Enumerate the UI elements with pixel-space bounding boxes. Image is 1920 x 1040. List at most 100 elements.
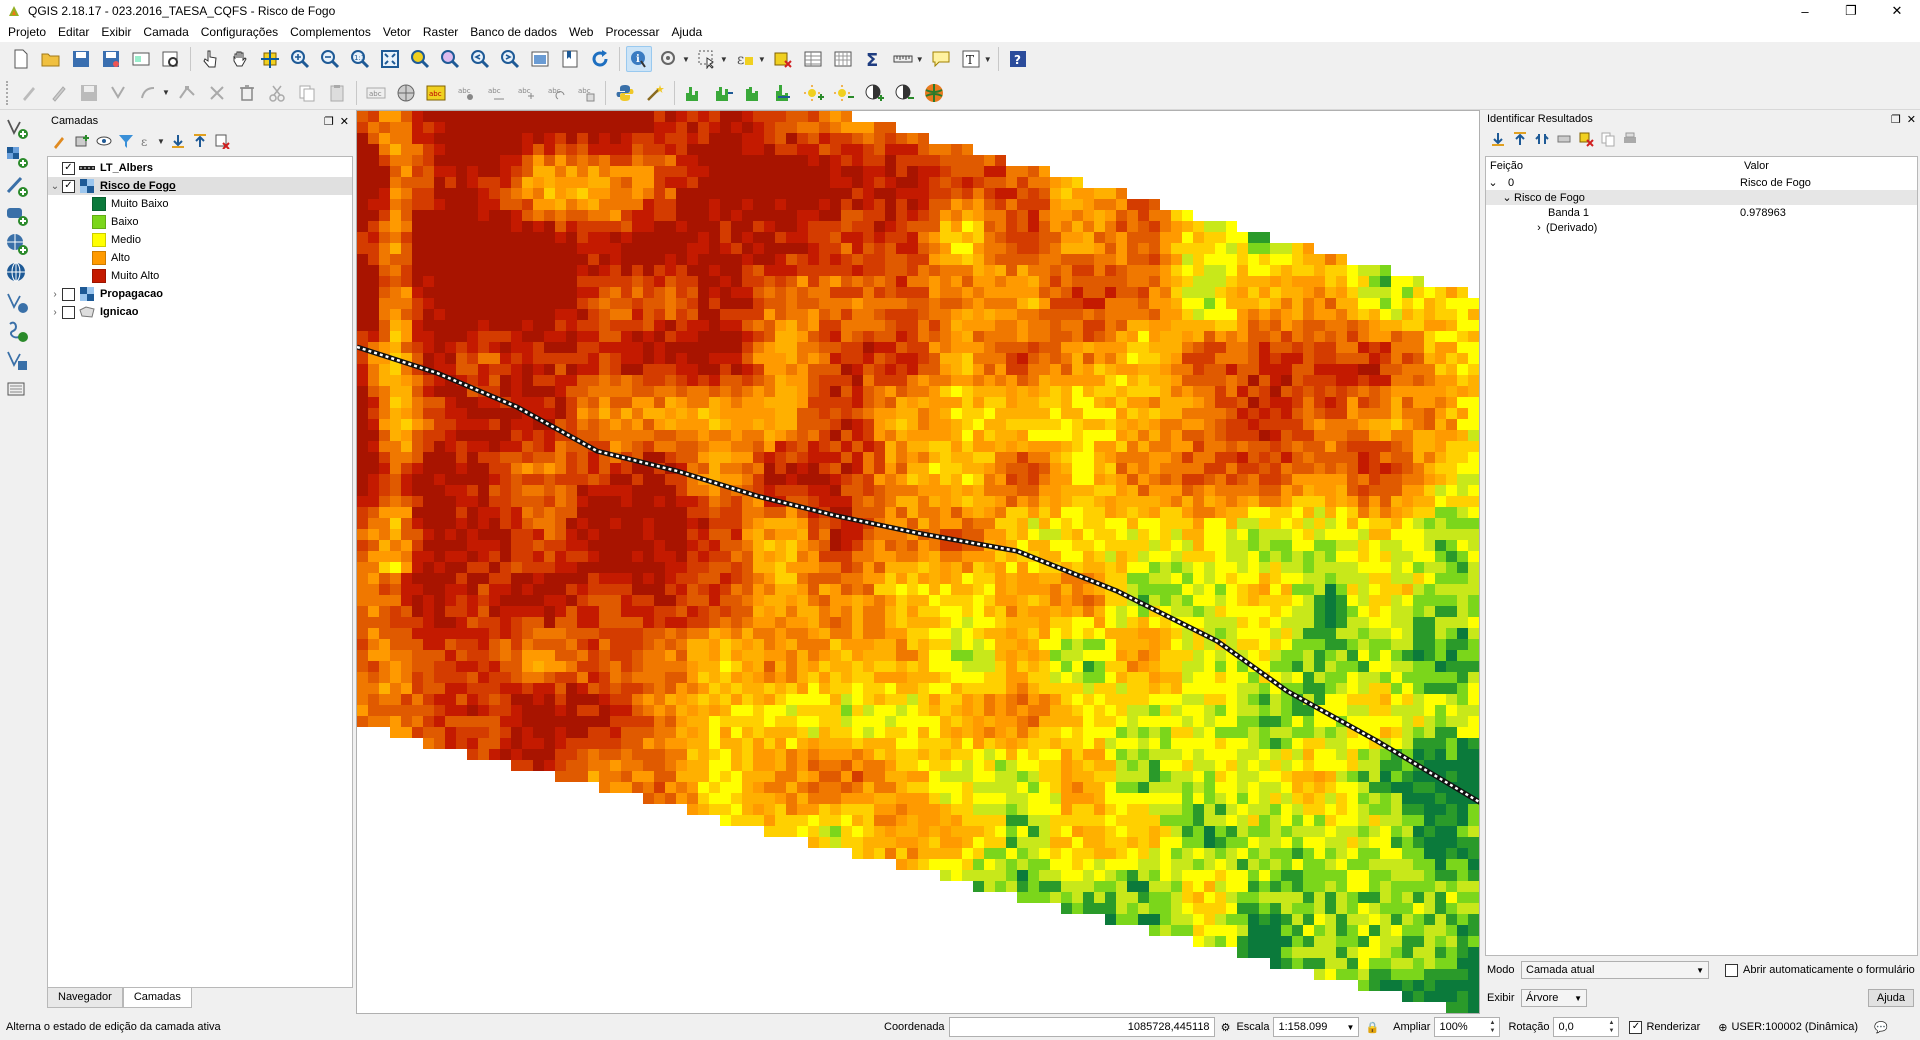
- expand-arrow-icon[interactable]: ›: [48, 307, 62, 318]
- new-map-view-icon[interactable]: [527, 46, 553, 72]
- menu-web[interactable]: Web: [563, 22, 599, 42]
- filter-expression-icon[interactable]: ε: [138, 131, 158, 151]
- column-header-valor[interactable]: Valor: [1744, 160, 1917, 172]
- select-by-expression-icon[interactable]: ε: [732, 46, 758, 72]
- copy-icon[interactable]: [294, 80, 320, 106]
- map-tips-icon[interactable]: [928, 46, 954, 72]
- increase-contrast-icon[interactable]: [861, 80, 887, 106]
- tab-navegador[interactable]: Navegador: [47, 988, 123, 1008]
- pan-map-icon[interactable]: [227, 46, 253, 72]
- rotation-spinbox[interactable]: 0,0 ▲ ▼: [1553, 1017, 1620, 1037]
- zoom-next-icon[interactable]: [497, 46, 523, 72]
- tab-camadas[interactable]: Camadas: [122, 988, 192, 1008]
- add-wcs-layer-icon[interactable]: [4, 289, 30, 315]
- collapse-tree-icon[interactable]: [1510, 129, 1530, 149]
- menu-vetor[interactable]: Vetor: [377, 22, 417, 42]
- layer-visibility-checkbox[interactable]: [62, 305, 75, 319]
- expand-arrow-icon[interactable]: ›: [48, 289, 62, 300]
- full-histogram-icon[interactable]: [771, 80, 797, 106]
- local-histogram-icon[interactable]: [741, 80, 767, 106]
- menu-editar[interactable]: Editar: [52, 22, 95, 42]
- python-console-icon[interactable]: [612, 80, 638, 106]
- zoom-native-icon[interactable]: 1:1: [347, 46, 373, 72]
- coordinate-toggle-icon[interactable]: ⚙: [1221, 1021, 1231, 1034]
- layer-labeling-icon[interactable]: [393, 80, 419, 106]
- auto-open-form-checkbox[interactable]: [1725, 963, 1738, 977]
- expand-arrow-icon[interactable]: ›: [1532, 222, 1546, 234]
- menu-configuracoes[interactable]: Configurações: [195, 22, 284, 42]
- attribute-table-icon[interactable]: [800, 46, 826, 72]
- paste-icon[interactable]: [324, 80, 350, 106]
- decrease-contrast-icon[interactable]: [891, 80, 917, 106]
- toggle-editing-icon[interactable]: [46, 80, 72, 106]
- result-row-layer[interactable]: ⌄ Risco de Fogo: [1486, 190, 1917, 205]
- layer-visibility-checkbox[interactable]: ✓: [62, 161, 75, 175]
- add-delimited-text-icon[interactable]: [4, 173, 30, 199]
- render-checkbox[interactable]: ✓: [1629, 1020, 1643, 1034]
- trash-icon[interactable]: [234, 80, 260, 106]
- histogram-stretch-icon[interactable]: [711, 80, 737, 106]
- scale-select[interactable]: 1:158.099 ▼: [1273, 1017, 1360, 1037]
- field-calculator-icon[interactable]: [830, 46, 856, 72]
- menu-complementos[interactable]: Complementos: [284, 22, 377, 42]
- crs-globe-icon[interactable]: ⊕: [1718, 1021, 1727, 1034]
- node-tool-icon[interactable]: [174, 80, 200, 106]
- copy-results-icon[interactable]: [1598, 129, 1618, 149]
- result-row-feature[interactable]: ⌄ 0 Risco de Fogo: [1486, 175, 1917, 190]
- layer-visibility-checkbox[interactable]: ✓: [62, 179, 75, 193]
- menu-exibir[interactable]: Exibir: [95, 22, 137, 42]
- mode-select[interactable]: Camada atual ▼: [1521, 961, 1709, 979]
- add-spatialite-icon[interactable]: [4, 318, 30, 344]
- histogram-green-icon[interactable]: [681, 80, 707, 106]
- text-annotation-icon[interactable]: T: [958, 46, 984, 72]
- result-row-derived[interactable]: › (Derivado): [1486, 220, 1917, 235]
- add-group-icon[interactable]: [72, 131, 92, 151]
- highlight-features-icon[interactable]: [1576, 129, 1596, 149]
- save-project-icon[interactable]: [68, 46, 94, 72]
- statistics-icon[interactable]: Σ: [860, 46, 886, 72]
- expand-all-icon[interactable]: [168, 131, 188, 151]
- expand-new-results-icon[interactable]: [1532, 129, 1552, 149]
- decrease-brightness-icon[interactable]: [831, 80, 857, 106]
- move-feature-icon[interactable]: [136, 80, 162, 106]
- select-features-icon[interactable]: [694, 46, 720, 72]
- layer-row-ignicao[interactable]: › Ignicao: [48, 303, 352, 321]
- menu-raster[interactable]: Raster: [417, 22, 464, 42]
- menu-ajuda[interactable]: Ajuda: [665, 22, 708, 42]
- show-hide-labels-icon[interactable]: abc: [483, 80, 509, 106]
- zoom-to-selection-icon[interactable]: [407, 46, 433, 72]
- deselect-all-icon[interactable]: [770, 46, 796, 72]
- add-wms-layer-icon[interactable]: [4, 231, 30, 257]
- action-icon[interactable]: [656, 46, 682, 72]
- zoom-last-icon[interactable]: [467, 46, 493, 72]
- current-edits-icon[interactable]: [16, 80, 42, 106]
- add-virtual-layer-icon[interactable]: [4, 347, 30, 373]
- help-button[interactable]: Ajuda: [1867, 989, 1914, 1007]
- coordinate-field[interactable]: 1085728,445118: [948, 1017, 1215, 1037]
- zoom-to-layer-icon[interactable]: [437, 46, 463, 72]
- remove-layer-icon[interactable]: [212, 131, 232, 151]
- zoom-full-icon[interactable]: [377, 46, 403, 72]
- new-project-icon[interactable]: [8, 46, 34, 72]
- message-log-icon[interactable]: 💬: [1874, 1021, 1888, 1034]
- close-button[interactable]: ✕: [1874, 0, 1920, 22]
- collapse-arrow-icon[interactable]: ⌄: [1500, 191, 1514, 204]
- add-vector-layer-icon[interactable]: [4, 115, 30, 141]
- add-database-layer-icon[interactable]: [4, 202, 30, 228]
- measure-icon[interactable]: [890, 46, 916, 72]
- rotate-label-icon[interactable]: abc: [543, 80, 569, 106]
- layer-row-risco-de-fogo[interactable]: ⌄ ✓ Risco de Fogo: [48, 177, 352, 195]
- layer-visibility-checkbox[interactable]: [62, 287, 75, 301]
- crs-status[interactable]: USER:100002 (Dinâmica): [1731, 1021, 1858, 1033]
- cut-icon[interactable]: [264, 80, 290, 106]
- change-label-icon[interactable]: abc: [573, 80, 599, 106]
- close-panel-icon[interactable]: ✕: [1907, 113, 1916, 126]
- pan-to-selection-icon[interactable]: [257, 46, 283, 72]
- composer-manager-icon[interactable]: [158, 46, 184, 72]
- fire-risk-raster[interactable]: [357, 111, 1480, 1014]
- refresh-icon[interactable]: [587, 46, 613, 72]
- plugin-globe-icon[interactable]: [921, 80, 947, 106]
- identify-features-icon[interactable]: i: [626, 46, 652, 72]
- add-feature-icon[interactable]: [106, 80, 132, 106]
- pin-labels-icon[interactable]: abc: [453, 80, 479, 106]
